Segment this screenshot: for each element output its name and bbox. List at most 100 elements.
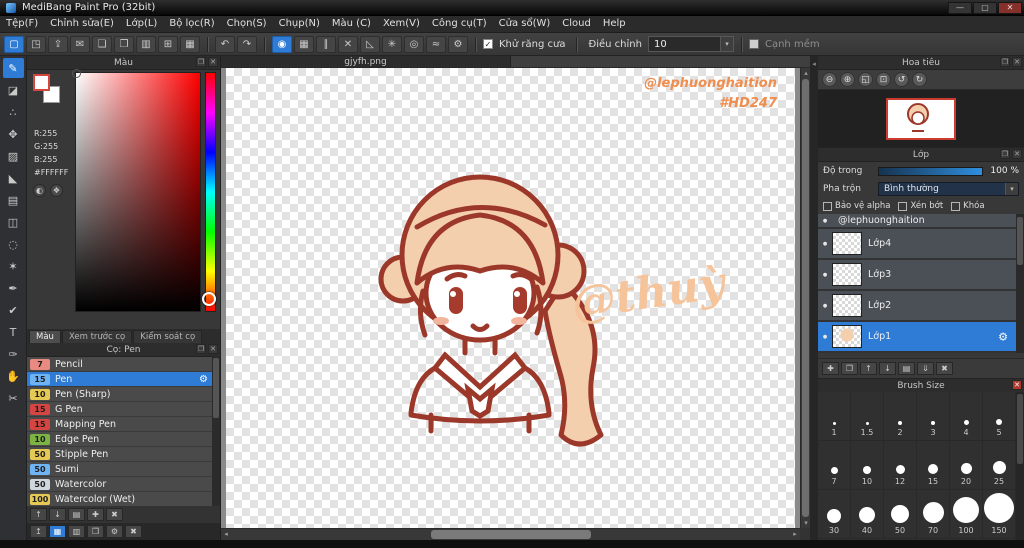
brush-size-3[interactable]: 3 [917, 392, 950, 441]
layer-add-icon[interactable]: ✚ [822, 362, 839, 375]
eyedropper-tool[interactable]: ✑ [3, 344, 24, 364]
text-tool[interactable]: T [3, 322, 24, 342]
vertical-scrollbar[interactable]: ▴ ▾ [800, 68, 810, 528]
brush-size-7[interactable]: 7 [818, 441, 851, 490]
brush-row-0[interactable]: 7 Pencil [27, 357, 212, 372]
brush-size-4[interactable]: 4 [950, 392, 983, 441]
menu-item-3[interactable]: Bộ lọc(R) [163, 16, 220, 32]
brush-size-150[interactable]: 150 [983, 490, 1016, 539]
undo-icon[interactable]: ↶ [215, 35, 235, 53]
clipping-checkbox[interactable] [898, 201, 908, 211]
horizontal-scroll-thumb[interactable] [431, 530, 591, 539]
scroll-right-icon[interactable]: ▸ [790, 529, 800, 539]
dock-settings-icon[interactable]: ⚙ [106, 525, 123, 538]
snap-settings-icon[interactable]: ⚙ [448, 35, 468, 53]
brush-size-2[interactable]: 2 [884, 392, 917, 441]
export-icon[interactable]: ⇪ [48, 35, 68, 53]
foreground-color-swatch[interactable] [33, 74, 50, 91]
rotate-left-icon[interactable]: ↺ [894, 72, 909, 87]
layer-row-0[interactable]: ● @lephuonghaition [818, 214, 1016, 227]
vertical-scroll-thumb[interactable] [802, 79, 809, 517]
maximize-button[interactable]: ▢ [973, 1, 997, 14]
detach-icon[interactable]: ❐ [196, 344, 206, 354]
scroll-thumb[interactable] [1017, 394, 1023, 464]
slice-tool[interactable]: ✂ [3, 388, 24, 408]
snap-parallel-icon[interactable]: ∥ [316, 35, 336, 53]
close-icon[interactable]: ✕ [1012, 57, 1022, 67]
brush-row-6[interactable]: 50 Stipple Pen [27, 447, 212, 462]
new-canvas-icon[interactable]: ▢ [4, 35, 24, 53]
close-icon[interactable]: ✕ [208, 57, 218, 67]
layer-up-icon[interactable]: ↑ [860, 362, 877, 375]
brush-size-30[interactable]: 30 [818, 490, 851, 539]
minimize-button[interactable]: — [948, 1, 972, 14]
scroll-left-icon[interactable]: ◂ [221, 529, 231, 539]
saturation-value-picker[interactable] [75, 72, 201, 312]
layer-scrollbar[interactable] [1016, 214, 1024, 353]
close-icon[interactable]: ✕ [1012, 380, 1022, 390]
brush-size-10[interactable]: 10 [851, 441, 884, 490]
brush-up-icon[interactable]: ↑ [30, 508, 47, 521]
blend-dropdown[interactable]: Bình thường ▾ [878, 182, 1019, 196]
canvas-surface[interactable]: @lephuonghaition #HD247 @thuỳ [226, 68, 795, 528]
snap-cross-icon[interactable]: ✕ [338, 35, 358, 53]
eraser-tool[interactable]: ◪ [3, 80, 24, 100]
brush-row-4[interactable]: 15 Mapping Pen [27, 417, 212, 432]
layer-down-icon[interactable]: ↓ [879, 362, 896, 375]
fill-tool[interactable]: ▨ [3, 146, 24, 166]
zoom-in-icon[interactable]: ⊕ [840, 72, 855, 87]
brush-list-scrollbar[interactable] [212, 356, 220, 506]
zoom-actual-icon[interactable]: ⊡ [876, 72, 891, 87]
horizontal-scrollbar[interactable]: ◂ ▸ [221, 528, 800, 540]
layer-folder-icon[interactable]: ▤ [898, 362, 915, 375]
color-tab-1[interactable]: Xem trước cọ [61, 330, 133, 343]
gallery-icon[interactable]: ❏ [92, 35, 112, 53]
snap-curve-icon[interactable]: ≈ [426, 35, 446, 53]
brush-folder-icon[interactable]: ▤ [68, 508, 85, 521]
dot-tool[interactable]: ∴ [3, 102, 24, 122]
menu-item-5[interactable]: Chụp(N) [273, 16, 326, 32]
brush-size-15[interactable]: 15 [917, 441, 950, 490]
scroll-thumb[interactable] [213, 358, 219, 418]
brush-row-1[interactable]: 15 Pen ⚙ [27, 372, 212, 387]
select-eraser-tool[interactable]: ✔ [3, 300, 24, 320]
palette-icon[interactable]: ❖ [50, 184, 63, 197]
gear-icon[interactable]: ⚙ [998, 330, 1008, 343]
select-pen-tool[interactable]: ✒ [3, 278, 24, 298]
detach-icon[interactable]: ❐ [1000, 57, 1010, 67]
detach-icon[interactable]: ❐ [196, 57, 206, 67]
dock-up-icon[interactable]: ↥ [30, 525, 47, 538]
brush-size-50[interactable]: 50 [884, 490, 917, 539]
menu-item-6[interactable]: Màu (C) [326, 16, 377, 32]
brush-size-40[interactable]: 40 [851, 490, 884, 539]
layer-row-2[interactable]: ● Lớp3 [818, 260, 1016, 289]
comment-icon[interactable]: ✉ [70, 35, 90, 53]
detach-icon[interactable]: ❐ [1000, 149, 1010, 159]
adjust-dropdown[interactable]: 10 ▾ [647, 36, 734, 52]
dock-trash-icon[interactable]: ✖ [125, 525, 142, 538]
brush-size-100[interactable]: 100 [950, 490, 983, 539]
brush-delete-icon[interactable]: ✖ [106, 508, 123, 521]
color-wheel-icon[interactable]: ◐ [33, 184, 46, 197]
brush-row-8[interactable]: 50 Watercolor [27, 477, 212, 492]
menu-item-2[interactable]: Lớp(L) [120, 16, 163, 32]
dock-grid-icon[interactable]: ▥ [68, 525, 85, 538]
brush-size-1.5[interactable]: 1.5 [851, 392, 884, 441]
layer-duplicate-icon[interactable]: ❐ [841, 362, 858, 375]
snap-grid-icon[interactable]: ▦ [294, 35, 314, 53]
brush-tool[interactable]: ✎ [2, 58, 24, 78]
select-tool[interactable]: ◫ [3, 212, 24, 232]
brush-row-7[interactable]: 50 Sumi [27, 462, 212, 477]
brush-mode-icon[interactable]: ◉ [272, 35, 292, 53]
canvas-tab[interactable]: gjyfh.png [221, 56, 511, 67]
color-tab-0[interactable]: Màu [29, 330, 61, 343]
brush-size-12[interactable]: 12 [884, 441, 917, 490]
layer-delete-icon[interactable]: ✖ [936, 362, 953, 375]
dock-page-icon[interactable]: ❐ [87, 525, 104, 538]
close-icon[interactable]: ✕ [208, 344, 218, 354]
menu-item-9[interactable]: Cửa sổ(W) [493, 16, 557, 32]
brush-row-3[interactable]: 15 G Pen [27, 402, 212, 417]
snap-circle-icon[interactable]: ◎ [404, 35, 424, 53]
panel-splitter[interactable]: ◂ [810, 56, 818, 540]
snap-vanishing-icon[interactable]: ◺ [360, 35, 380, 53]
